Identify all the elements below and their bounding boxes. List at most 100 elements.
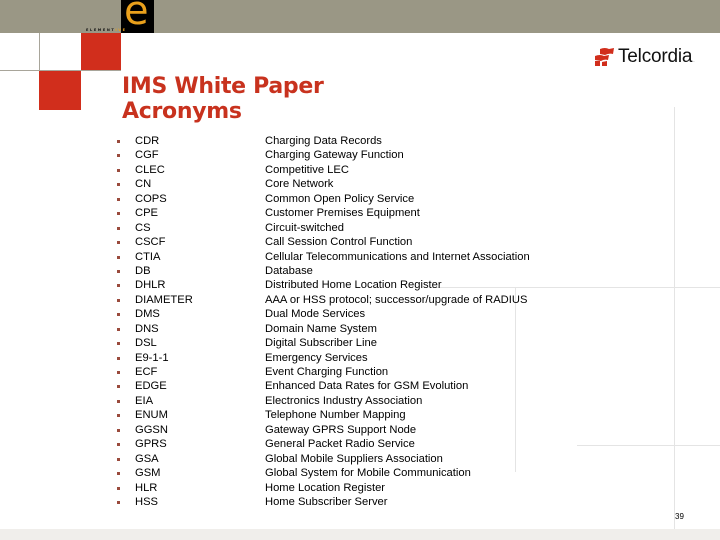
acronym-description: Common Open Policy Service	[265, 192, 415, 205]
acronym-abbr: DB	[135, 264, 151, 277]
acronym-abbr: GSA	[135, 452, 159, 465]
acronym-row: CN Core Network	[113, 177, 573, 191]
acronym-abbr: HLR	[135, 481, 158, 494]
acronym-description: Core Network	[265, 178, 334, 191]
acronym-abbr: GSM	[135, 467, 161, 480]
bullet-icon	[117, 486, 120, 490]
acronym-row: CSCF Call Session Control Function	[113, 235, 573, 249]
bullet-icon	[117, 241, 120, 245]
acronym-description: Gateway GPRS Support Node	[265, 423, 417, 436]
acronym-description: Home Subscriber Server	[265, 495, 388, 508]
acronym-description: Event Charging Function	[265, 366, 389, 378]
background-grid-line	[577, 445, 720, 446]
bullet-icon	[117, 428, 120, 432]
acronym-description: AAA or HSS protocol; successor/upgrade o…	[265, 293, 528, 306]
acronym-row: CGF Charging Gateway Function	[113, 148, 573, 162]
acronym-row: ECF Event Charging Function	[113, 365, 573, 379]
bullet-icon	[117, 226, 120, 230]
acronym-description: Call Session Control Function	[265, 236, 413, 249]
acronym-row: DNS Domain Name System	[113, 322, 573, 336]
acronym-abbr: ECF	[135, 366, 158, 378]
acronym-description: Enhanced Data Rates for GSM Evolution	[265, 380, 469, 393]
bullet-icon	[117, 399, 120, 403]
acronym-abbr: EDGE	[135, 380, 167, 393]
bullet-icon	[117, 284, 120, 288]
acronym-row: GGSN Gateway GPRS Support Node	[113, 423, 573, 437]
bullet-icon	[117, 212, 120, 216]
bullet-icon	[117, 500, 120, 504]
acronym-row: GSM Global System for Mobile Communicatio…	[113, 466, 573, 480]
acronym-description: Global System for Mobile Communication	[265, 467, 471, 480]
acronym-description: Cellular Telecommunications and Internet…	[265, 250, 530, 263]
bullet-icon	[117, 298, 120, 302]
acronym-abbr: CLEC	[135, 163, 165, 176]
acronym-row: COPS Common Open Policy Service	[113, 192, 573, 206]
footer-band	[0, 529, 720, 540]
acronym-abbr: EIA	[135, 394, 154, 407]
bullet-icon	[117, 356, 120, 360]
bullet-icon	[117, 457, 120, 461]
acronym-description: Electronics Industry Association	[265, 394, 423, 407]
bullet-icon	[117, 313, 120, 317]
acronym-description: Competitive LEC	[265, 163, 349, 176]
bullet-icon	[117, 371, 120, 374]
acronym-row: CS Circuit-switched	[113, 221, 573, 235]
acronym-abbr: CTIA	[135, 250, 161, 263]
acronym-description: Telephone Number Mapping	[265, 409, 406, 422]
bullet-icon	[117, 255, 120, 259]
acronym-abbr: CN	[135, 178, 152, 191]
acronym-description: Emergency Services	[265, 351, 368, 364]
acronym-description: Customer Premises Equipment	[265, 207, 420, 220]
acronym-abbr: E9-1-1	[135, 351, 169, 364]
acronym-row: CPE Customer Premises Equipment	[113, 206, 573, 220]
decor-red-square-top	[81, 33, 121, 70]
acronym-description: Dual Mode Services	[265, 308, 366, 321]
acronym-abbr: GPRS	[135, 438, 167, 451]
acronym-row: GSA Global Mobile Suppliers Association	[113, 452, 573, 466]
acronym-description: Database	[265, 264, 313, 277]
elementive-wordmark-tail: IVE	[115, 28, 127, 32]
bullet-icon	[117, 168, 120, 172]
acronym-row: CLEC Competitive LEC	[113, 163, 573, 177]
acronym-abbr: CSCF	[135, 236, 166, 249]
bullet-icon	[117, 183, 120, 187]
decor-red-square-bottom	[39, 70, 81, 110]
bullet-icon	[117, 140, 120, 143]
acronym-row: DHLR Distributed Home Location Register	[113, 278, 573, 292]
acronym-list: CDR Charging Data Records CGF Charging Gate…	[113, 134, 573, 509]
decor-grid-line	[0, 70, 121, 71]
acronym-description: Charging Data Records	[265, 135, 382, 147]
bullet-icon	[117, 269, 120, 273]
bullet-icon	[117, 443, 120, 447]
acronym-row: CDR Charging Data Records	[113, 134, 573, 148]
acronym-abbr: ENUM	[135, 409, 168, 422]
acronym-row: DMS Dual Mode Services	[113, 307, 573, 321]
bullet-icon	[117, 327, 120, 331]
acronym-abbr: DNS	[135, 322, 159, 335]
acronym-abbr: GGSN	[135, 423, 168, 436]
acronym-abbr: DMS	[135, 308, 160, 321]
slide-title-line2: Acronyms	[122, 99, 242, 124]
telcordia-wordmark: Telcordia	[618, 46, 693, 67]
acronym-row: CTIA Cellular Telecommunications and Inte…	[113, 250, 573, 264]
acronym-abbr: CDR	[135, 135, 160, 147]
acronym-description: Domain Name System	[265, 322, 377, 335]
acronym-row: EDGE Enhanced Data Rates for GSM Evolutio…	[113, 379, 573, 393]
acronym-abbr: COPS	[135, 192, 167, 205]
acronym-row: DB Database	[113, 264, 573, 278]
elementive-logo-letter: e	[124, 0, 149, 34]
acronym-abbr: CS	[135, 221, 151, 234]
telcordia-trademark: .	[693, 58, 695, 64]
slide-title: IMS White Paper Acronyms	[122, 74, 324, 124]
acronym-row: ENUM Telephone Number Mapping	[113, 408, 573, 422]
elementive-wordmark: ELEMENTIVE	[86, 28, 127, 32]
page-number: 39	[675, 512, 684, 521]
telcordia-logo: Telcordia .	[594, 46, 695, 68]
acronym-row: EIA Electronics Industry Association	[113, 394, 573, 408]
bullet-icon	[117, 472, 120, 476]
slide-title-line1: IMS White Paper	[122, 74, 324, 99]
decor-grid-line	[39, 33, 40, 70]
acronym-abbr: DHLR	[135, 279, 166, 292]
acronym-description: General Packet Radio Service	[265, 438, 415, 451]
acronym-description: Digital Subscriber Line	[265, 337, 377, 350]
